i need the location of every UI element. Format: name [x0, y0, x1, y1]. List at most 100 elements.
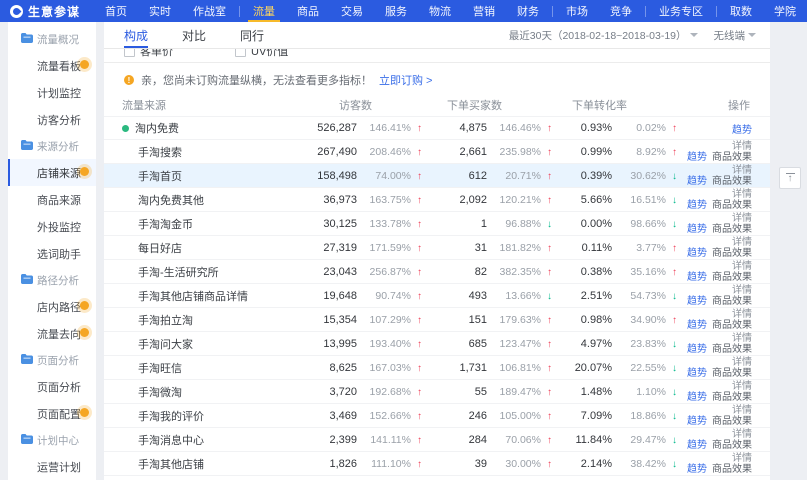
nav-item-服务[interactable]: 服务 [374, 0, 418, 22]
trend-link[interactable]: 趋势 [687, 296, 707, 307]
table-row-partial[interactable]: 详情 [104, 475, 770, 480]
nav-item-业务专区[interactable]: 业务专区 [648, 0, 714, 22]
metric-change: 171.59% [357, 242, 411, 254]
detail-link[interactable]: 详情 [732, 165, 752, 176]
nav-item-作战室[interactable]: 作战室 [182, 0, 237, 22]
table-row[interactable]: 手淘拍立淘15,354107.29%↑151179.63%↑0.98%34.90… [104, 307, 770, 331]
sidebar-item-运营计划[interactable]: 运营计划 [8, 453, 96, 480]
back-to-top-button[interactable]: ↑ [779, 167, 801, 189]
product-effect-link[interactable]: 商品效果 [712, 344, 752, 355]
tab-对比[interactable]: 对比 [182, 22, 206, 48]
product-effect-link[interactable]: 商品效果 [712, 464, 752, 475]
product-effect-link[interactable]: 商品效果 [712, 368, 752, 379]
nav-item-实时[interactable]: 实时 [138, 0, 182, 22]
detail-link[interactable]: 详情 [732, 405, 752, 416]
table-row[interactable]: 手淘-生活研究所23,043256.87%↑82382.35%↑0.38%35.… [104, 259, 770, 283]
detail-link[interactable]: 详情 [732, 237, 752, 248]
sidebar-item-店铺来源[interactable]: 店铺来源 [8, 159, 96, 186]
product-effect-link[interactable]: 商品效果 [712, 296, 752, 307]
table-row[interactable]: 手淘消息中心2,399141.11%↑28470.06%↑11.84%29.47… [104, 427, 770, 451]
trend-link[interactable]: 趋势 [732, 125, 752, 136]
trend-link[interactable]: 趋势 [687, 344, 707, 355]
product-effect-link[interactable]: 商品效果 [712, 392, 752, 403]
date-range-select[interactable]: 最近30天（2018-02-18~2018-03-19） [509, 28, 698, 43]
checkbox-UV价值[interactable]: UV价值 [235, 49, 288, 59]
detail-link[interactable]: 详情 [732, 261, 752, 272]
trend-link[interactable]: 趋势 [687, 152, 707, 163]
table-row[interactable]: 淘内免费526,287146.41%↑4,875146.46%↑0.93%0.0… [104, 116, 770, 139]
product-effect-link[interactable]: 商品效果 [712, 416, 752, 427]
table-row[interactable]: 手淘其他店铺商品详情19,64890.74%↑49313.66%↓2.51%54… [104, 283, 770, 307]
sidebar-item-选词助手[interactable]: 选词助手 [8, 240, 96, 267]
tab-构成[interactable]: 构成 [124, 22, 148, 48]
checkbox-客单价[interactable]: 客单价 [124, 49, 173, 59]
table-row[interactable]: 每日好店27,319171.59%↑31181.82%↑0.11%3.77%↑详… [104, 235, 770, 259]
table-row[interactable]: 手淘微淘3,720192.68%↑55189.47%↑1.48%1.10%↓详情… [104, 379, 770, 403]
table-row[interactable]: 手淘其他店铺1,826111.10%↑3930.00%↑2.14%38.42%↓… [104, 451, 770, 475]
detail-link[interactable]: 详情 [732, 189, 752, 200]
column-header-访客数: 访客数 [272, 97, 422, 113]
sidebar-item-店内路径[interactable]: 店内路径 [8, 293, 96, 320]
product-effect-link[interactable]: 商品效果 [712, 224, 752, 235]
trend-link[interactable]: 趋势 [687, 464, 707, 475]
sidebar-item-外投监控[interactable]: 外投监控 [8, 213, 96, 240]
nav-item-营销[interactable]: 营销 [462, 0, 506, 22]
table-row[interactable]: 手淘旺信8,625167.03%↑1,731106.81%↑20.07%22.5… [104, 355, 770, 379]
product-effect-link[interactable]: 商品效果 [712, 152, 752, 163]
trend-link[interactable]: 趋势 [687, 248, 707, 259]
ops-cell: 详情趋势商品效果 [677, 236, 752, 259]
detail-link[interactable]: 详情 [732, 381, 752, 392]
sidebar-item-访客分析[interactable]: 访客分析 [8, 106, 96, 133]
tab-同行[interactable]: 同行 [240, 22, 264, 48]
detail-link[interactable]: 详情 [732, 309, 752, 320]
nav-item-流量[interactable]: 流量 [242, 0, 286, 22]
trend-link[interactable]: 趋势 [687, 224, 707, 235]
detail-link[interactable]: 详情 [732, 429, 752, 440]
source-name: 手淘我的评价 [138, 408, 204, 424]
product-effect-link[interactable]: 商品效果 [712, 200, 752, 211]
table-row[interactable]: 手淘淘金币30,125133.78%↑196.88%↓0.00%98.66%↓详… [104, 211, 770, 235]
nav-item-财务[interactable]: 财务 [506, 0, 550, 22]
trend-link[interactable]: 趋势 [687, 392, 707, 403]
nav-item-学院[interactable]: 学院 [763, 0, 807, 22]
table-row[interactable]: 手淘我的评价3,469152.66%↑246105.00%↑7.09%18.86… [104, 403, 770, 427]
table-row[interactable]: 手淘问大家13,995193.40%↑685123.47%↑4.97%23.83… [104, 331, 770, 355]
detail-link[interactable]: 详情 [732, 333, 752, 344]
product-effect-link[interactable]: 商品效果 [712, 248, 752, 259]
table-row[interactable]: 手淘搜索267,490208.46%↑2,661235.98%↑0.99%8.9… [104, 139, 770, 163]
detail-link[interactable]: 详情 [732, 357, 752, 368]
trend-link[interactable]: 趋势 [687, 320, 707, 331]
detail-link[interactable]: 详情 [732, 213, 752, 224]
trend-link[interactable]: 趋势 [687, 440, 707, 451]
nav-item-取数[interactable]: 取数 [719, 0, 763, 22]
trend-link[interactable]: 趋势 [687, 176, 707, 187]
detail-link[interactable]: 详情 [732, 285, 752, 296]
sidebar-item-页面配置[interactable]: 页面配置 [8, 400, 96, 427]
trend-link[interactable]: 趋势 [687, 368, 707, 379]
sidebar-item-流量看板[interactable]: 流量看板 [8, 52, 96, 79]
nav-item-竞争[interactable]: 竞争 [599, 0, 643, 22]
detail-link[interactable]: 详情 [732, 141, 752, 152]
sidebar-item-商品来源[interactable]: 商品来源 [8, 186, 96, 213]
trend-link[interactable]: 趋势 [687, 272, 707, 283]
trend-link[interactable]: 趋势 [687, 416, 707, 427]
sidebar-item-页面分析[interactable]: 页面分析 [8, 373, 96, 400]
nav-item-首页[interactable]: 首页 [94, 0, 138, 22]
nav-item-市场[interactable]: 市场 [555, 0, 599, 22]
product-effect-link[interactable]: 商品效果 [712, 176, 752, 187]
app-logo[interactable]: 生意参谋 [0, 0, 94, 22]
device-select[interactable]: 无线端 [714, 28, 757, 43]
trend-link[interactable]: 趋势 [687, 200, 707, 211]
product-effect-link[interactable]: 商品效果 [712, 272, 752, 283]
table-row[interactable]: 手淘首页158,49874.00%↑61220.71%↑0.39%30.62%↓… [104, 163, 770, 187]
nav-item-交易[interactable]: 交易 [330, 0, 374, 22]
product-effect-link[interactable]: 商品效果 [712, 440, 752, 451]
sidebar-item-流量去向[interactable]: 流量去向 [8, 320, 96, 347]
nav-item-商品[interactable]: 商品 [286, 0, 330, 22]
nav-item-物流[interactable]: 物流 [418, 0, 462, 22]
subscribe-link[interactable]: 立即订购 > [379, 72, 432, 88]
table-row[interactable]: 淘内免费其他36,973163.75%↑2,092120.21%↑5.66%16… [104, 187, 770, 211]
detail-link[interactable]: 详情 [732, 453, 752, 464]
product-effect-link[interactable]: 商品效果 [712, 320, 752, 331]
sidebar-item-计划监控[interactable]: 计划监控 [8, 79, 96, 106]
